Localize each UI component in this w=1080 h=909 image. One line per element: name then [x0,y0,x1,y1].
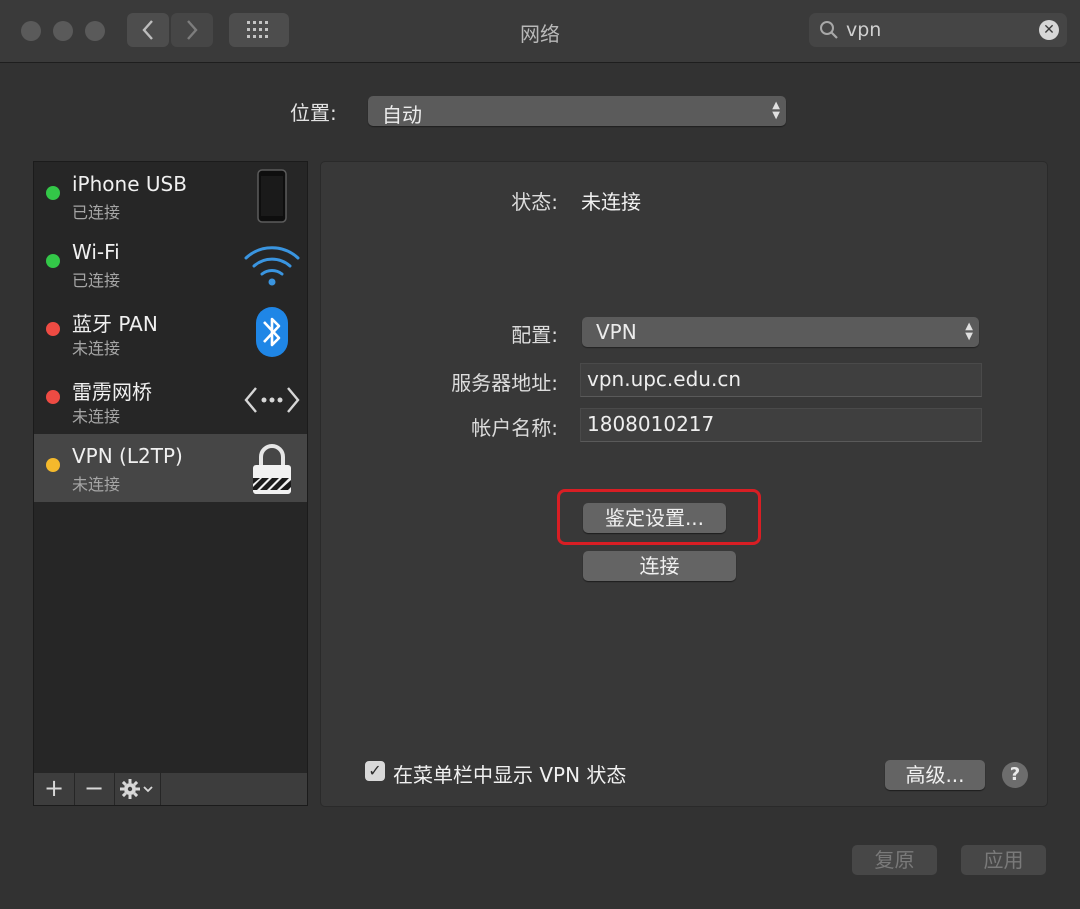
show-vpn-status-checkbox[interactable]: ✓ [365,761,385,781]
revert-button[interactable]: 复原 [852,845,937,875]
show-vpn-status-label: 在菜单栏中显示 VPN 状态 [393,763,627,787]
location-value: 自动 [382,103,422,127]
server-address-value: vpn.upc.edu.cn [587,367,741,391]
account-name-field[interactable]: 1808010217 [580,408,982,442]
bluetooth-icon [256,307,288,357]
status-dot [46,458,60,472]
service-item-thunderbolt-bridge[interactable]: 雷雳网桥 未连接 [34,366,307,434]
gear-icon [120,779,153,799]
service-status: 未连接 [72,475,121,494]
popup-arrows-icon: ▲ ▼ [772,100,780,121]
server-address-field[interactable]: vpn.upc.edu.cn [580,363,982,397]
configuration-label: 配置: [511,323,558,347]
service-item-wifi[interactable]: Wi-Fi 已连接 [34,230,307,298]
service-status: 已连接 [72,271,121,290]
configuration-value: VPN [596,320,637,344]
service-name: Wi-Fi [72,240,120,264]
service-status: 已连接 [72,203,121,222]
location-label: 位置: [290,101,337,125]
thunderbolt-bridge-icon [244,387,300,413]
status-dot [46,254,60,268]
vpn-detail-panel [320,161,1048,807]
service-item-bluetooth-pan[interactable]: 蓝牙 PAN 未连接 [34,298,307,366]
advanced-button[interactable]: 高级... [885,760,985,790]
red-highlight-box [557,489,761,545]
chevron-down-icon [143,786,153,793]
service-list: iPhone USB 已连接 Wi-Fi 已连接 蓝牙 PAN 未连接 雷雳网桥… [33,161,308,775]
lock-icon [253,444,291,494]
service-name: iPhone USB [72,172,187,196]
account-name-label: 帐户名称: [471,416,558,440]
service-list-toolbar: + − [33,773,308,806]
search-field[interactable]: vpn ✕ [809,13,1067,47]
service-item-vpn-l2tp[interactable]: VPN (L2TP) 未连接 [34,434,307,502]
title-bar: 网络 vpn ✕ [0,0,1080,63]
service-name: VPN (L2TP) [72,444,183,468]
status-dot [46,322,60,336]
status-dot [46,186,60,200]
configuration-popup[interactable]: VPN ▲ ▼ [582,317,979,347]
service-name: 蓝牙 PAN [72,312,158,336]
add-service-button[interactable]: + [34,773,75,805]
status-value: 未连接 [581,190,641,214]
clear-search-icon[interactable]: ✕ [1039,20,1059,40]
apply-button[interactable]: 应用 [961,845,1046,875]
popup-arrows-icon: ▲ ▼ [965,321,973,342]
account-name-value: 1808010217 [587,412,715,436]
connect-button[interactable]: 连接 [583,551,736,581]
service-item-iphone-usb[interactable]: iPhone USB 已连接 [34,162,307,230]
server-address-label: 服务器地址: [451,371,558,395]
status-dot [46,390,60,404]
service-status: 未连接 [72,407,121,426]
status-label: 状态: [511,190,558,214]
location-popup[interactable]: 自动 ▲ ▼ [368,96,786,127]
action-menu-button[interactable] [114,773,161,805]
service-status: 未连接 [72,339,121,358]
search-icon [820,21,838,39]
service-name: 雷雳网桥 [72,380,152,404]
remove-service-button[interactable]: − [74,773,115,805]
help-button[interactable]: ? [1002,762,1028,788]
wifi-icon [244,246,300,286]
search-input[interactable]: vpn [846,19,881,41]
iphone-icon [257,169,287,223]
